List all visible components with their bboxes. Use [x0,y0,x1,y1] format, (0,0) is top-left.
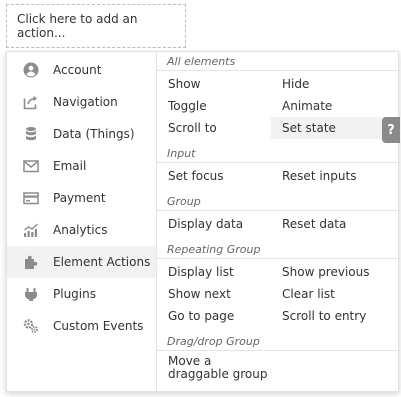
category-label: Navigation [53,95,118,109]
section-group: Group Display data Reset data [157,192,400,240]
section-title: Input [157,144,400,163]
action-menu-panel: Account Navigation Data (Things) Email P… [6,51,401,392]
category-label: Payment [53,191,106,205]
payment-icon [23,190,39,206]
category-plugins[interactable]: Plugins [7,278,156,310]
gears-icon [23,318,39,334]
category-label: Plugins [53,287,96,301]
category-label: Data (Things) [53,127,135,141]
plugin-icon [23,286,39,302]
category-label: Element Actions [53,255,151,269]
category-analytics[interactable]: Analytics [7,214,156,246]
puzzle-icon [23,254,39,270]
category-data-things[interactable]: Data (Things) [7,118,156,150]
section-input: Input Set focus Reset inputs [157,144,400,192]
category-account[interactable]: Account [7,54,156,86]
category-label: Analytics [53,223,108,237]
category-element-actions[interactable]: Element Actions [7,246,156,278]
category-label: Account [53,63,102,77]
help-icon: ? [387,122,395,138]
action-reset-data[interactable]: Reset data [271,213,401,235]
action-list: All elements Show Hide Toggle Animate Sc… [156,52,401,391]
action-animate[interactable]: Animate [271,95,401,117]
action-toggle[interactable]: Toggle [157,95,271,117]
action-show-previous[interactable]: Show previous [271,261,401,283]
action-display-list[interactable]: Display list [157,261,271,283]
action-move-draggable-group[interactable]: Move a draggable group [157,353,271,381]
category-label: Custom Events [53,319,144,333]
section-drag-drop-group: Drag/drop Group Move a draggable group [157,332,400,386]
action-reset-inputs[interactable]: Reset inputs [271,165,401,187]
help-tab[interactable]: ? [382,117,400,143]
section-title: Group [157,192,400,211]
section-title: Repeating Group [157,240,400,259]
section-repeating-group: Repeating Group Display list Show previo… [157,240,400,332]
category-list: Account Navigation Data (Things) Email P… [7,52,156,391]
add-action-button[interactable]: Click here to add an action... [6,4,186,48]
action-scroll-to-entry[interactable]: Scroll to entry [271,305,401,327]
category-email[interactable]: Email [7,150,156,182]
account-icon [23,62,39,78]
action-go-to-page[interactable]: Go to page [157,305,271,327]
action-scroll-to[interactable]: Scroll to [157,117,271,139]
action-hide[interactable]: Hide [271,73,401,95]
category-custom-events[interactable]: Custom Events [7,310,156,342]
section-title: All elements [157,52,400,71]
section-title: Drag/drop Group [157,332,400,351]
category-payment[interactable]: Payment [7,182,156,214]
database-icon [23,126,39,142]
action-show[interactable]: Show [157,73,271,95]
action-clear-list[interactable]: Clear list [271,283,401,305]
category-navigation[interactable]: Navigation [7,86,156,118]
action-set-focus[interactable]: Set focus [157,165,271,187]
action-display-data[interactable]: Display data [157,213,271,235]
add-action-label: Click here to add an action... [17,12,138,40]
email-icon [23,158,39,174]
navigation-icon [23,94,39,110]
analytics-icon [23,222,39,238]
section-all-elements: All elements Show Hide Toggle Animate Sc… [157,52,401,144]
category-label: Email [53,159,87,173]
action-show-next[interactable]: Show next [157,283,271,305]
